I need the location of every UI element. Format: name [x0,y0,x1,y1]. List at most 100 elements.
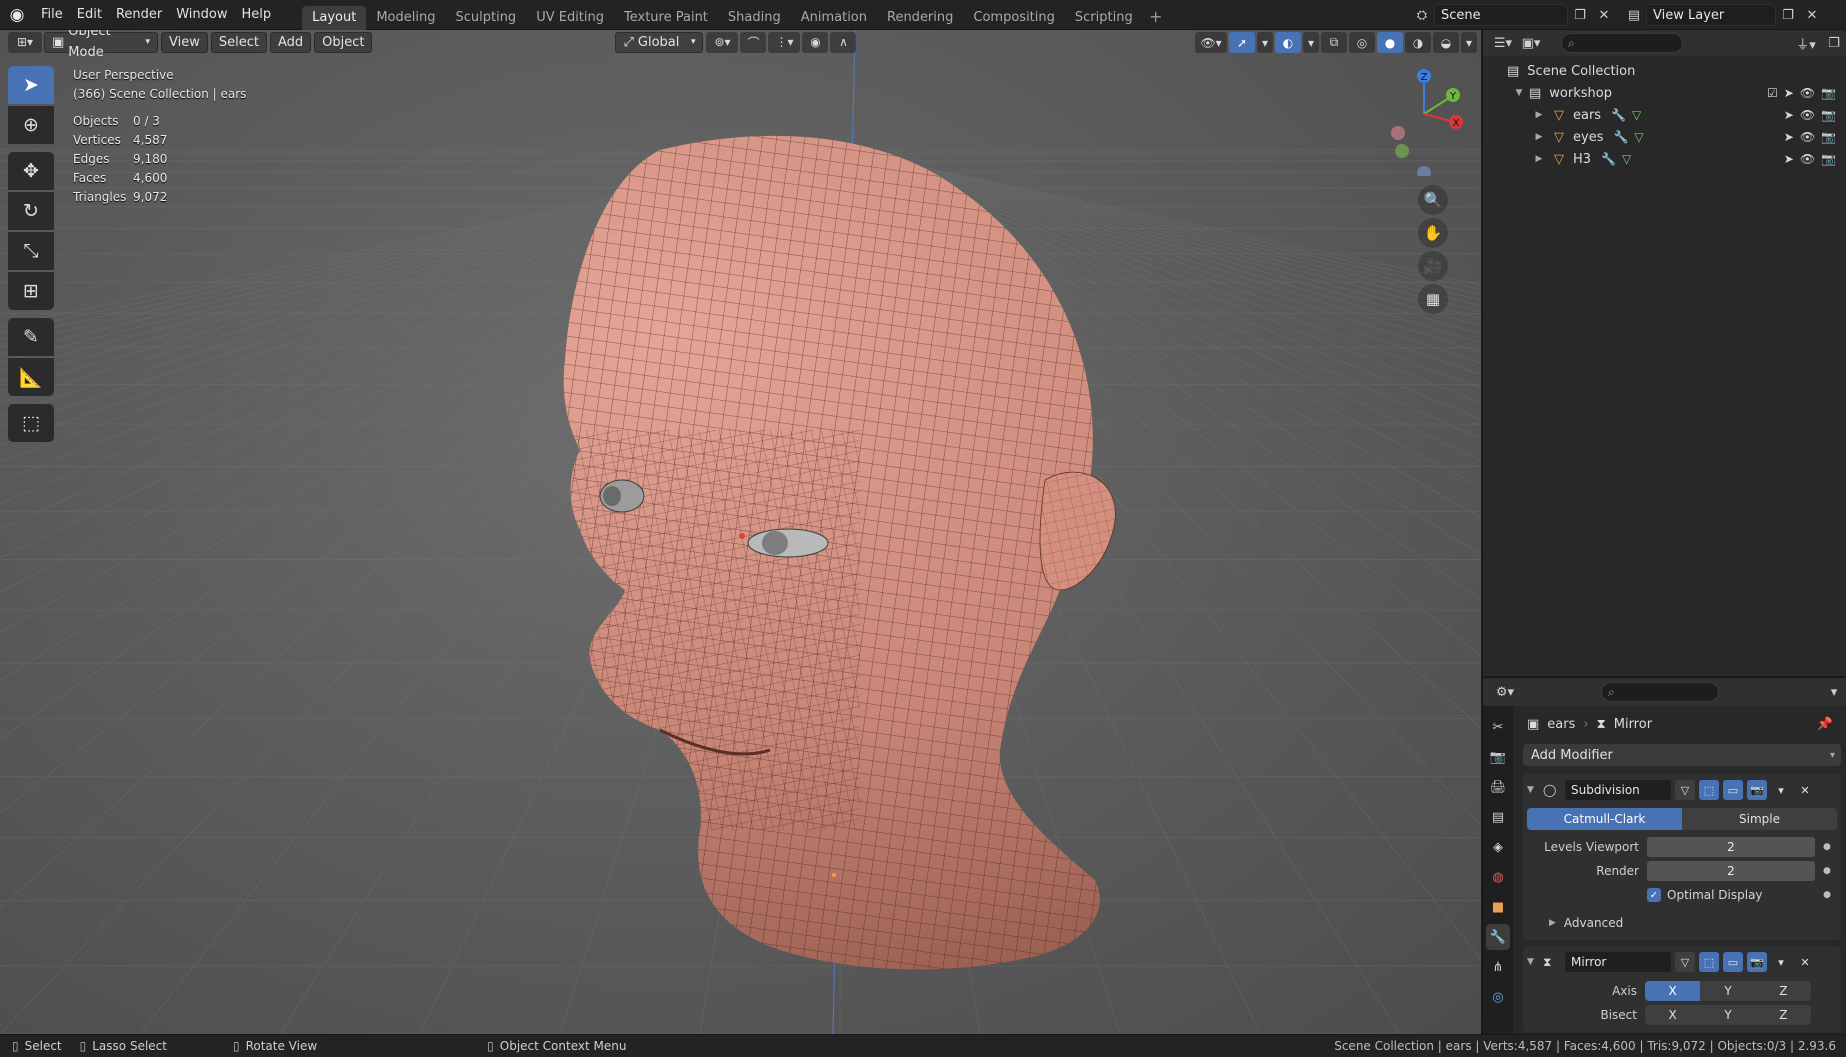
pin-icon[interactable]: 📌 [1817,717,1833,732]
tree-scene-collection[interactable]: ▤ Scene Collection [1483,60,1846,82]
chevron-down-icon[interactable]: ▾ [1771,780,1791,800]
on-cage-toggle-icon[interactable]: ⬚ [1699,780,1719,800]
tab-shading[interactable]: Shading [718,6,791,30]
chevron-down-icon[interactable]: ▾ [1771,952,1791,972]
annotate-tool-icon[interactable]: ✎ [8,318,54,356]
outliner-search-input[interactable]: ⌕ [1561,33,1683,53]
view-layer-field[interactable]: View Layer [1646,4,1776,26]
tab-sculpting[interactable]: Sculpting [445,6,526,30]
keyframe-dot-icon[interactable]: ● [1823,842,1831,852]
selectable-icon[interactable]: ➤ [1784,108,1794,122]
bisect-y-button[interactable]: Y [1700,1005,1756,1025]
camera-icon[interactable]: 📷 [1821,152,1836,166]
camera-icon[interactable]: 📷 [1821,130,1836,144]
ortho-grid-icon[interactable]: ▦ [1418,284,1448,314]
selectable-icon[interactable]: ➤ [1784,86,1794,100]
bisect-z-button[interactable]: Z [1755,1005,1811,1025]
chevron-down-icon[interactable]: ▾ [1257,32,1273,53]
bisect-x-button[interactable]: X [1645,1005,1701,1025]
pivot-point-icon[interactable]: ⊚▾ [706,31,739,53]
tab-compositing[interactable]: Compositing [963,6,1065,30]
tab-texture-paint[interactable]: Texture Paint [614,6,718,30]
tab-scripting[interactable]: Scripting [1065,6,1143,30]
menu-file[interactable]: File [34,4,70,26]
catmull-clark-button[interactable]: Catmull-Clark [1527,808,1682,830]
gizmo-toggle-icon[interactable]: ➚ [1229,32,1255,53]
tool-tab-icon[interactable]: ✂ [1486,714,1510,740]
axis-x-button[interactable]: X [1645,981,1701,1001]
optimal-display-checkbox[interactable]: ✓ [1647,888,1661,902]
scene-name-field[interactable]: Scene [1434,4,1568,26]
new-collection-icon[interactable]: ❐ [1822,32,1846,54]
chevron-down-icon[interactable]: ▾ [1461,32,1477,53]
collapse-triangle-icon[interactable]: ▼ [1527,957,1539,967]
expand-triangle-icon[interactable]: ▶ [1533,110,1545,120]
edit-mode-toggle-icon[interactable]: ▽ [1675,780,1695,800]
proportional-editing-icon[interactable]: ◉ [802,31,829,53]
chevron-down-icon[interactable]: ▾ [1303,32,1319,53]
solid-shading-icon[interactable]: ● [1377,32,1403,53]
menu-render[interactable]: Render [109,4,169,26]
output-tab-icon[interactable]: 🖨 [1486,774,1510,800]
object-tab-icon[interactable]: ■ [1486,894,1510,920]
select-menu[interactable]: Select [210,31,267,53]
render-toggle-icon[interactable]: 📷 [1747,780,1767,800]
rendered-shading-icon[interactable]: ◒ [1433,32,1459,53]
eye-icon[interactable]: 👁 [1800,152,1815,166]
overlay-toggle-icon[interactable]: ◐ [1275,32,1301,53]
zoom-icon[interactable]: 🔍 [1418,185,1448,215]
scene-icon[interactable]: ⛭ [1410,4,1434,26]
tab-rendering[interactable]: Rendering [877,6,963,30]
tree-object-h3[interactable]: ▶ ▽ H3 🔧 ▽ ➤ 👁 📷 [1483,148,1846,170]
tab-animation[interactable]: Animation [791,6,877,30]
wrench-icon[interactable]: 🔧 [1601,152,1616,166]
keyframe-dot-icon[interactable]: ● [1823,890,1831,900]
keyframe-dot-icon[interactable]: ● [1823,866,1831,876]
selectable-icon[interactable]: ➤ [1784,130,1794,144]
transform-tool-icon[interactable]: ⊞ [8,272,54,310]
mesh-data-icon[interactable]: ▽ [1622,152,1631,166]
orientation-dropdown[interactable]: ⤢ Global ▾ [615,31,704,53]
select-box-tool-icon[interactable]: ➤ [8,66,54,104]
new-view-layer-icon[interactable]: ❐ [1776,4,1800,26]
modifier-tab-icon[interactable]: 🔧 [1486,924,1510,950]
snap-icon[interactable]: ⌒ [740,31,767,53]
particles-tab-icon[interactable]: ⋔ [1486,954,1510,980]
material-shading-icon[interactable]: ◑ [1405,32,1431,53]
mode-dropdown[interactable]: ▣ Object Mode ▾ [44,30,158,60]
xray-icon[interactable]: ⧉ [1321,32,1347,53]
new-scene-icon[interactable]: ❐ [1568,4,1592,26]
physics-tab-icon[interactable]: ◎ [1486,984,1510,1010]
wrench-icon[interactable]: 🔧 [1613,130,1628,144]
selectable-icon[interactable]: ➤ [1784,152,1794,166]
render-toggle-icon[interactable]: 📷 [1747,952,1767,972]
gizmo-neg-x[interactable] [1391,126,1405,140]
menu-edit[interactable]: Edit [70,4,109,26]
mesh-data-icon[interactable]: ▽ [1634,130,1643,144]
render-tab-icon[interactable]: 📷 [1486,744,1510,770]
mesh-data-icon[interactable]: ▽ [1632,108,1641,122]
rotate-tool-icon[interactable]: ↻ [8,192,54,230]
eye-icon[interactable]: 👁 [1800,108,1815,122]
delete-view-layer-icon[interactable]: ✕ [1800,4,1824,26]
tab-modeling[interactable]: Modeling [366,6,445,30]
menu-window[interactable]: Window [169,4,234,26]
wrench-icon[interactable]: 🔧 [1611,108,1626,122]
axis-gizmo[interactable]: Z Y X [1378,66,1478,176]
expand-triangle-icon[interactable]: ▼ [1513,88,1525,98]
camera-view-icon[interactable]: 🎥 [1418,251,1448,281]
axis-z-button[interactable]: Z [1755,981,1811,1001]
add-modifier-dropdown[interactable]: Add Modifier ▾ [1523,744,1841,766]
simple-button[interactable]: Simple [1682,808,1837,830]
on-cage-toggle-icon[interactable]: ⬚ [1699,952,1719,972]
move-tool-icon[interactable]: ✥ [8,152,54,190]
measure-tool-icon[interactable]: 📐 [8,358,54,396]
camera-icon[interactable]: 📷 [1821,108,1836,122]
pan-hand-icon[interactable]: ✋ [1418,218,1448,248]
axis-y-button[interactable]: Y [1700,981,1756,1001]
tree-object-ears[interactable]: ▶ ▽ ears 🔧 ▽ ➤ 👁 📷 [1483,104,1846,126]
levels-viewport-field[interactable]: 2 [1647,837,1815,857]
display-mode-icon[interactable]: ▣▾ [1519,32,1543,54]
expand-triangle-icon[interactable]: ▶ [1549,918,1556,928]
blender-logo-icon[interactable]: ◉ [0,0,34,30]
